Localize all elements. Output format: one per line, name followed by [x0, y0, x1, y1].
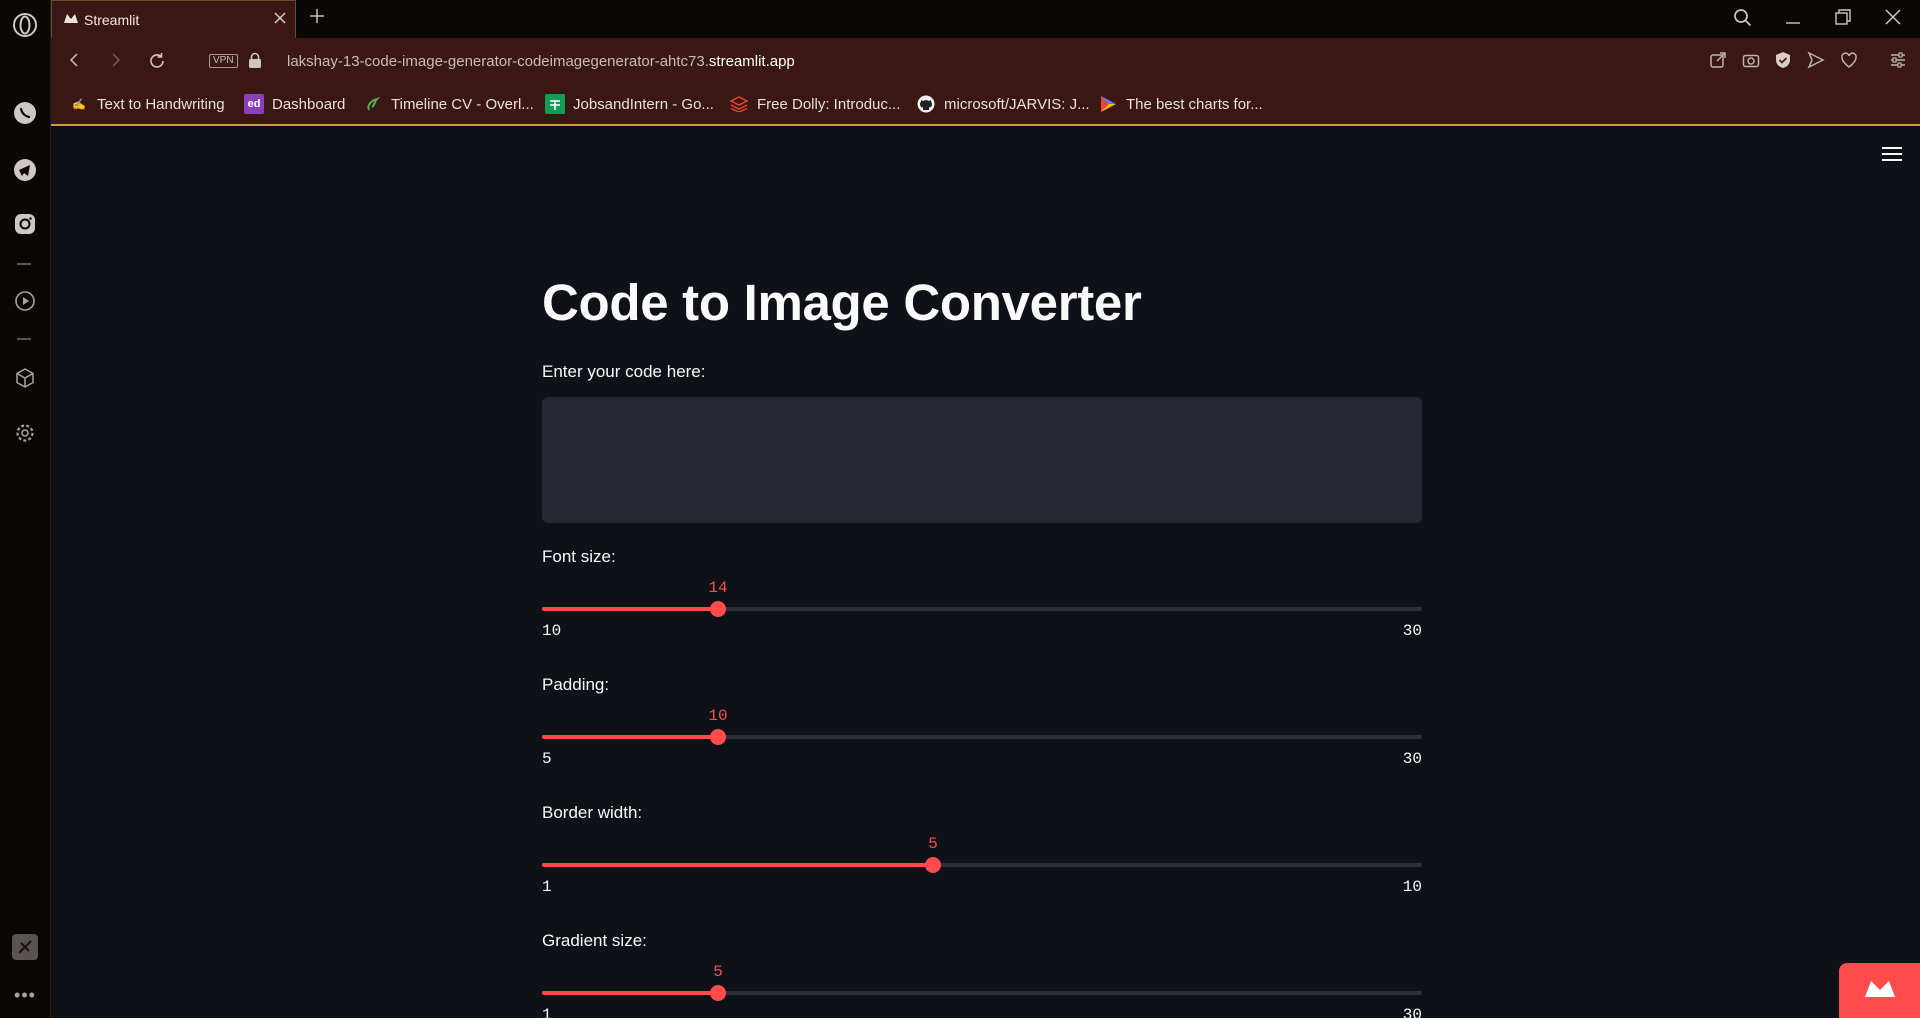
slider-value: 14	[708, 579, 728, 597]
settings-gear-icon[interactable]	[12, 420, 38, 446]
slider-fill	[542, 991, 718, 995]
tab-strip: Streamlit	[51, 0, 1920, 38]
tab-title: Streamlit	[84, 12, 140, 28]
border-width-slider[interactable]: 5 1 10	[542, 835, 1422, 896]
bookmark-label: Free Dolly: Introduc...	[757, 95, 901, 113]
easy-setup-sliders-icon[interactable]	[1889, 51, 1907, 74]
bookmark-label: JobsandIntern - Go...	[573, 95, 714, 113]
reload-icon[interactable]	[147, 51, 167, 76]
slider-fill	[542, 863, 934, 867]
overleaf-icon	[363, 94, 383, 114]
telegram-icon[interactable]	[12, 157, 38, 183]
share-icon[interactable]	[1709, 51, 1727, 74]
vpn-badge[interactable]: VPN	[209, 54, 238, 68]
bookmark-label: The best charts for...	[1126, 95, 1263, 113]
slider-track	[542, 607, 1422, 611]
slider-min: 1	[542, 1006, 552, 1018]
slider-thumb[interactable]	[710, 729, 726, 745]
padding-label: Padding:	[542, 675, 610, 694]
slider-thumb[interactable]	[710, 601, 726, 617]
slider-value: 10	[708, 707, 728, 725]
gradient-size-slider[interactable]: 5 1 30	[542, 963, 1422, 1018]
snapshot-camera-icon[interactable]	[1742, 51, 1760, 74]
bookmarks-bar: ✍ Text to Handwriting ed Dashboard Timel…	[51, 84, 1920, 126]
new-tab-plus-icon[interactable]	[307, 6, 327, 31]
adblock-shield-icon[interactable]	[1774, 51, 1792, 74]
search-tabs-icon[interactable]	[1732, 7, 1754, 34]
code-textarea[interactable]	[542, 397, 1422, 523]
slider-track	[542, 735, 1422, 739]
font-size-slider[interactable]: 14 10 30	[542, 579, 1422, 640]
bookmark-label: Text to Handwriting	[97, 95, 225, 113]
slider-value: 5	[713, 963, 723, 981]
slider-track	[542, 863, 1422, 867]
border-width-label: Border width:	[542, 803, 643, 822]
bookmark-timeline-cv[interactable]: Timeline CV - Overl...	[363, 94, 534, 114]
padding-slider[interactable]: 10 5 30	[542, 707, 1422, 768]
whatsapp-icon[interactable]	[12, 100, 38, 126]
slider-min: 1	[542, 878, 552, 896]
minimize-icon[interactable]	[1783, 7, 1803, 32]
gradient-size-label: Gradient size:	[542, 931, 647, 950]
streamlit-favicon-icon	[63, 11, 79, 30]
slider-value: 5	[928, 835, 938, 853]
url-prefix: lakshay-13-code-image-generator-codeimag…	[287, 53, 709, 70]
bookmark-text-to-handwriting[interactable]: ✍ Text to Handwriting	[69, 94, 225, 114]
back-arrow-icon[interactable]	[66, 51, 84, 74]
code-input-label: Enter your code here:	[542, 362, 706, 381]
github-icon	[916, 94, 936, 114]
close-tab-icon[interactable]	[271, 9, 289, 32]
more-dots-icon[interactable]: •••	[12, 982, 38, 1008]
sidebar-divider	[17, 338, 31, 340]
url-field[interactable]: lakshay-13-code-image-generator-codeimag…	[287, 53, 795, 70]
extensions-cube-icon[interactable]	[12, 365, 38, 391]
tab-streamlit[interactable]: Streamlit	[51, 0, 296, 38]
player-icon[interactable]	[12, 288, 38, 314]
sheets-icon	[545, 94, 565, 114]
play-icon	[1098, 94, 1118, 114]
slider-min: 5	[542, 750, 552, 768]
sidebar-divider	[17, 263, 31, 265]
slider-track	[542, 991, 1422, 995]
streamlit-badge[interactable]	[1839, 963, 1920, 1018]
instagram-icon[interactable]	[12, 211, 38, 237]
slider-max: 10	[1402, 878, 1422, 896]
page-title: Code to Image Converter	[542, 274, 1142, 331]
bookmark-label: Timeline CV - Overl...	[391, 95, 534, 113]
lock-icon[interactable]	[248, 52, 262, 73]
url-domain: streamlit.app	[708, 53, 795, 70]
font-size-label: Font size:	[542, 547, 616, 566]
bookmark-dashboard[interactable]: ed Dashboard	[244, 94, 345, 114]
send-arrow-icon[interactable]	[1807, 51, 1825, 74]
slider-min: 10	[542, 622, 562, 640]
main-menu-hamburger-icon[interactable]	[1881, 145, 1903, 168]
slider-thumb[interactable]	[710, 985, 726, 1001]
bookmark-free-dolly[interactable]: Free Dolly: Introduc...	[729, 94, 900, 114]
forward-arrow-icon[interactable]	[106, 51, 124, 74]
pinboard-icon[interactable]	[12, 934, 38, 960]
restore-window-icon[interactable]	[1833, 7, 1853, 32]
bookmark-microsoft-jarvis[interactable]: microsoft/JARVIS: J...	[916, 94, 1090, 114]
slider-max: 30	[1402, 622, 1422, 640]
bookmark-label: microsoft/JARVIS: J...	[944, 95, 1090, 113]
bookmark-label: Dashboard	[272, 95, 346, 113]
streamlit-crown-icon	[1863, 977, 1897, 1018]
slider-max: 30	[1402, 750, 1422, 768]
databricks-icon	[729, 94, 749, 114]
opera-logo-icon[interactable]	[12, 12, 38, 38]
slider-fill	[542, 735, 718, 739]
hand-writing-icon: ✍	[72, 98, 86, 111]
address-bar: VPN lakshay-13-code-image-generator-code…	[51, 38, 1920, 84]
slider-max: 30	[1402, 1006, 1422, 1018]
ed-logo-icon: ed	[244, 94, 264, 114]
bookmark-best-charts[interactable]: The best charts for...	[1098, 94, 1263, 114]
close-window-icon[interactable]	[1883, 7, 1903, 32]
streamlit-app: Code to Image Converter Enter your code …	[51, 127, 1920, 1018]
slider-thumb[interactable]	[925, 857, 942, 873]
browser-sidebar: •••	[0, 0, 51, 1018]
bookmark-jobsandintern[interactable]: JobsandIntern - Go...	[545, 94, 714, 114]
heart-icon[interactable]	[1840, 51, 1858, 74]
slider-fill	[542, 607, 718, 611]
